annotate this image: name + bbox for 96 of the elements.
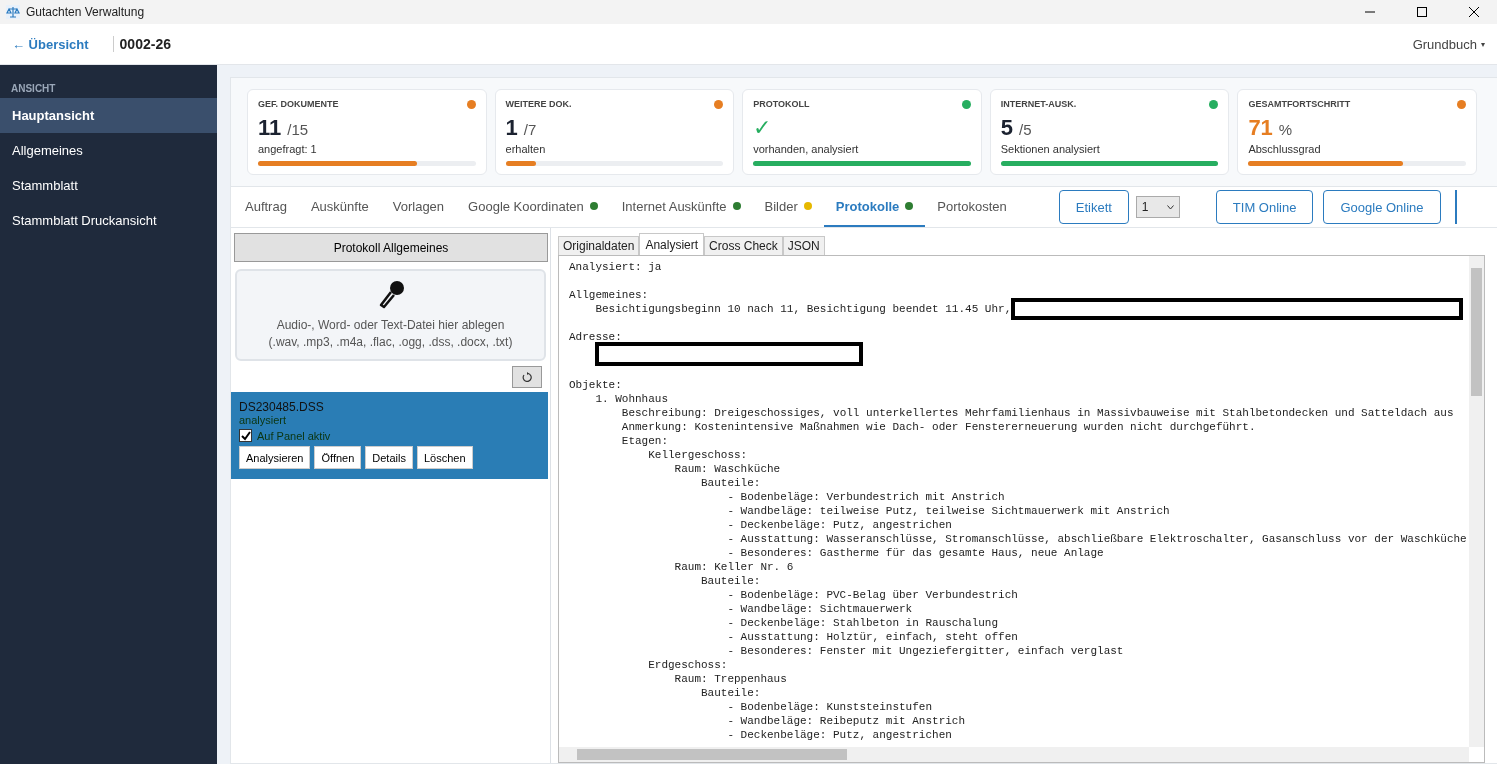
text-line: Erdgeschoss: [648, 658, 728, 672]
sidebar-item[interactable]: Stammblatt Druckansicht [0, 203, 217, 238]
refresh-button[interactable] [512, 366, 542, 388]
text-line: - Bodenbeläge: Kunststeinstufen [727, 700, 933, 714]
stat-label: GEF. DOKUMENTE [258, 99, 339, 109]
text-line: Besichtigungsbeginn 10 nach 11, Besichtigung beendet 11.45 Uhr, [595, 302, 1012, 316]
text-line: Anmerkung: Kostenintensive Maßnahmen wie Dach- oder Fenstererneuerung wurden nicht durchgeführt. [621, 420, 1256, 434]
file-action-button[interactable]: Löschen [416, 446, 473, 469]
tab[interactable]: Google Koordinaten [456, 187, 610, 227]
check-mark: ✓ [753, 115, 772, 141]
caret-icon [1166, 204, 1174, 210]
tab[interactable]: Auskünfte [298, 187, 381, 227]
stat-value: 11 [258, 115, 282, 141]
maximize-icon[interactable] [1417, 7, 1427, 17]
text-line: Raum: Treppenhaus [674, 672, 787, 686]
stat-total: % [1278, 121, 1293, 138]
text-line: Kellergeschoss: [648, 448, 748, 462]
stat-label: GESAMTFORTSCHRITT [1248, 99, 1351, 109]
text-line: 1. Wohnhaus [595, 392, 668, 406]
link-button[interactable]: TIM Online [1215, 190, 1314, 224]
tab[interactable]: Portokosten [925, 187, 1019, 227]
stat-value: 5 [1000, 115, 1014, 141]
tab[interactable]: Vorlagen [380, 187, 457, 227]
tab[interactable]: Auftrag [233, 187, 299, 227]
stat-caption: Sektionen analysiert [1000, 143, 1101, 155]
text-line: Etagen: [621, 434, 668, 448]
stat-caption: angefragt: 1 [258, 143, 318, 155]
text-line: Raum: Waschküche [674, 462, 781, 476]
tab[interactable]: Originaldaten [558, 236, 640, 255]
file-action-button[interactable]: Details [365, 446, 413, 469]
text-line: Raum: Keller Nr. 6 [674, 560, 794, 574]
text-line: - Ausstattung: Holztür, einfach, steht offen [727, 630, 1018, 644]
file-action-button[interactable]: Öffnen [314, 446, 362, 469]
stat-label: WEITERE DOK. [505, 99, 572, 109]
case-number: 0002-26 [112, 36, 171, 52]
text-line: - Besonderes: Fenster mit Ungeziefergitter, einfach verglast [727, 644, 1124, 658]
tab[interactable]: JSON [782, 236, 825, 255]
tab[interactable]: Cross Check [704, 236, 783, 255]
window-title: Gutachten Verwaltung [26, 5, 145, 19]
tab[interactable]: Bilder [752, 187, 824, 227]
text-line: - Bodenbeläge: Verbundestrich mit Anstrich [727, 490, 1005, 504]
text-line: Adresse: [569, 330, 622, 344]
stat-total: /5 [1019, 121, 1032, 138]
stat-caption: vorhanden, analysiert [753, 143, 860, 155]
stat-total: /15 [287, 121, 309, 138]
file-status: analysiert [239, 414, 288, 426]
copies-select[interactable]: 1 [1135, 196, 1180, 218]
text-line: Allgemeines: [569, 288, 649, 302]
drop-zone[interactable]: Audio-, Word- oder Text-Datei hier ablegen (.wav, .mp3, .m4a, .flac, .ogg, .dss, .docx, .txt) [235, 269, 546, 361]
scales-icon [6, 5, 20, 19]
refresh-icon [522, 372, 532, 382]
text-line: - Besonderes: Gastherme für das gesamte Haus, neue Anlage [727, 546, 1104, 560]
file-action-button[interactable]: Analysieren [239, 446, 311, 469]
vertical-scrollbar[interactable] [1469, 256, 1484, 747]
format-list: (.wav, .mp3, .m4a, .flac, .ogg, .dss, .docx, .txt) [268, 334, 513, 351]
protocol-button[interactable]: Protokoll Allgemeines [234, 233, 548, 262]
stat-value: 1 [505, 115, 518, 141]
file-item[interactable]: DS230485.DSS analysiert Auf Panel aktiv Analysieren Öffnen Details Löschen [231, 392, 548, 479]
stat-label: PROTOKOLL [753, 99, 810, 109]
stat-label: INTERNET-AUSK. [1000, 99, 1077, 109]
text-line: Bauteile: [701, 686, 761, 700]
checkbox-label: Auf Panel aktiv [257, 429, 331, 442]
etikett-button[interactable]: Etikett [1058, 190, 1129, 224]
file-name: DS230485.DSS [239, 400, 325, 414]
text-line: Beschreibung: Dreigeschossiges, voll unterkellertes Mehrfamilienhaus in Massivbauweise mit Stahlbetondecken und Satteldach aus [621, 406, 1454, 420]
text-line: Objekte: [569, 378, 622, 392]
stat-value: 71 [1248, 115, 1273, 141]
sidebar-item[interactable]: Allgemeines [0, 133, 217, 168]
text-line: - Deckenbeläge: Putz, angestrichen [727, 518, 952, 532]
text-line: Bauteile: [701, 476, 761, 490]
tab[interactable]: Internet Auskünfte [609, 187, 753, 227]
scrollbar-thumb[interactable] [1471, 268, 1482, 396]
text-line: Bauteile: [701, 574, 761, 588]
checkbox[interactable] [239, 429, 252, 442]
sidebar-item[interactable]: Hauptansicht [0, 98, 217, 133]
stat-caption: erhalten [505, 143, 547, 155]
stat-total: /7 [523, 121, 537, 138]
text-line: - Deckenbeläge: Stahlbeton in Rauschalung [727, 616, 999, 630]
sidebar-item[interactable]: Stammblatt [0, 168, 217, 203]
text-line: - Wandbeläge: teilweise Putz, teilweise Sichtmauerwerk mit Anstrich [727, 504, 1170, 518]
text-line: - Deckenbeläge: Putz, angestrichen [727, 728, 952, 742]
horizontal-scrollbar[interactable] [559, 747, 1469, 762]
back-link[interactable]: ← Übersicht [12, 36, 89, 52]
drop-hint: Audio-, Word- oder Text-Datei hier ablegen [276, 317, 505, 334]
text-line: - Ausstattung: Wasseranschlüsse, Stromanschlüsse, abschließbare Elektroschalter, Gasanschluss vor der Waschküche [727, 532, 1467, 546]
scrollbar-thumb[interactable] [577, 749, 847, 760]
text-line: - Bodenbeläge: PVC-Belag über Verbundestrich [727, 588, 1018, 602]
link-button[interactable]: Google Online [1323, 190, 1441, 224]
grundbuch-menu[interactable]: Grundbuch ▾ [1412, 36, 1485, 52]
stat-caption: Abschlussgrad [1248, 143, 1322, 155]
section-label: ANSICHT [10, 83, 57, 96]
tab[interactable]: Analysiert [639, 233, 705, 255]
close-icon[interactable] [1469, 7, 1479, 17]
text-line: - Wandbeläge: Reibeputz mit Anstrich [727, 714, 966, 728]
text-line: - Wandbeläge: Sichtmauerwerk [727, 602, 913, 616]
text-line: Analysiert: ja [569, 260, 662, 274]
